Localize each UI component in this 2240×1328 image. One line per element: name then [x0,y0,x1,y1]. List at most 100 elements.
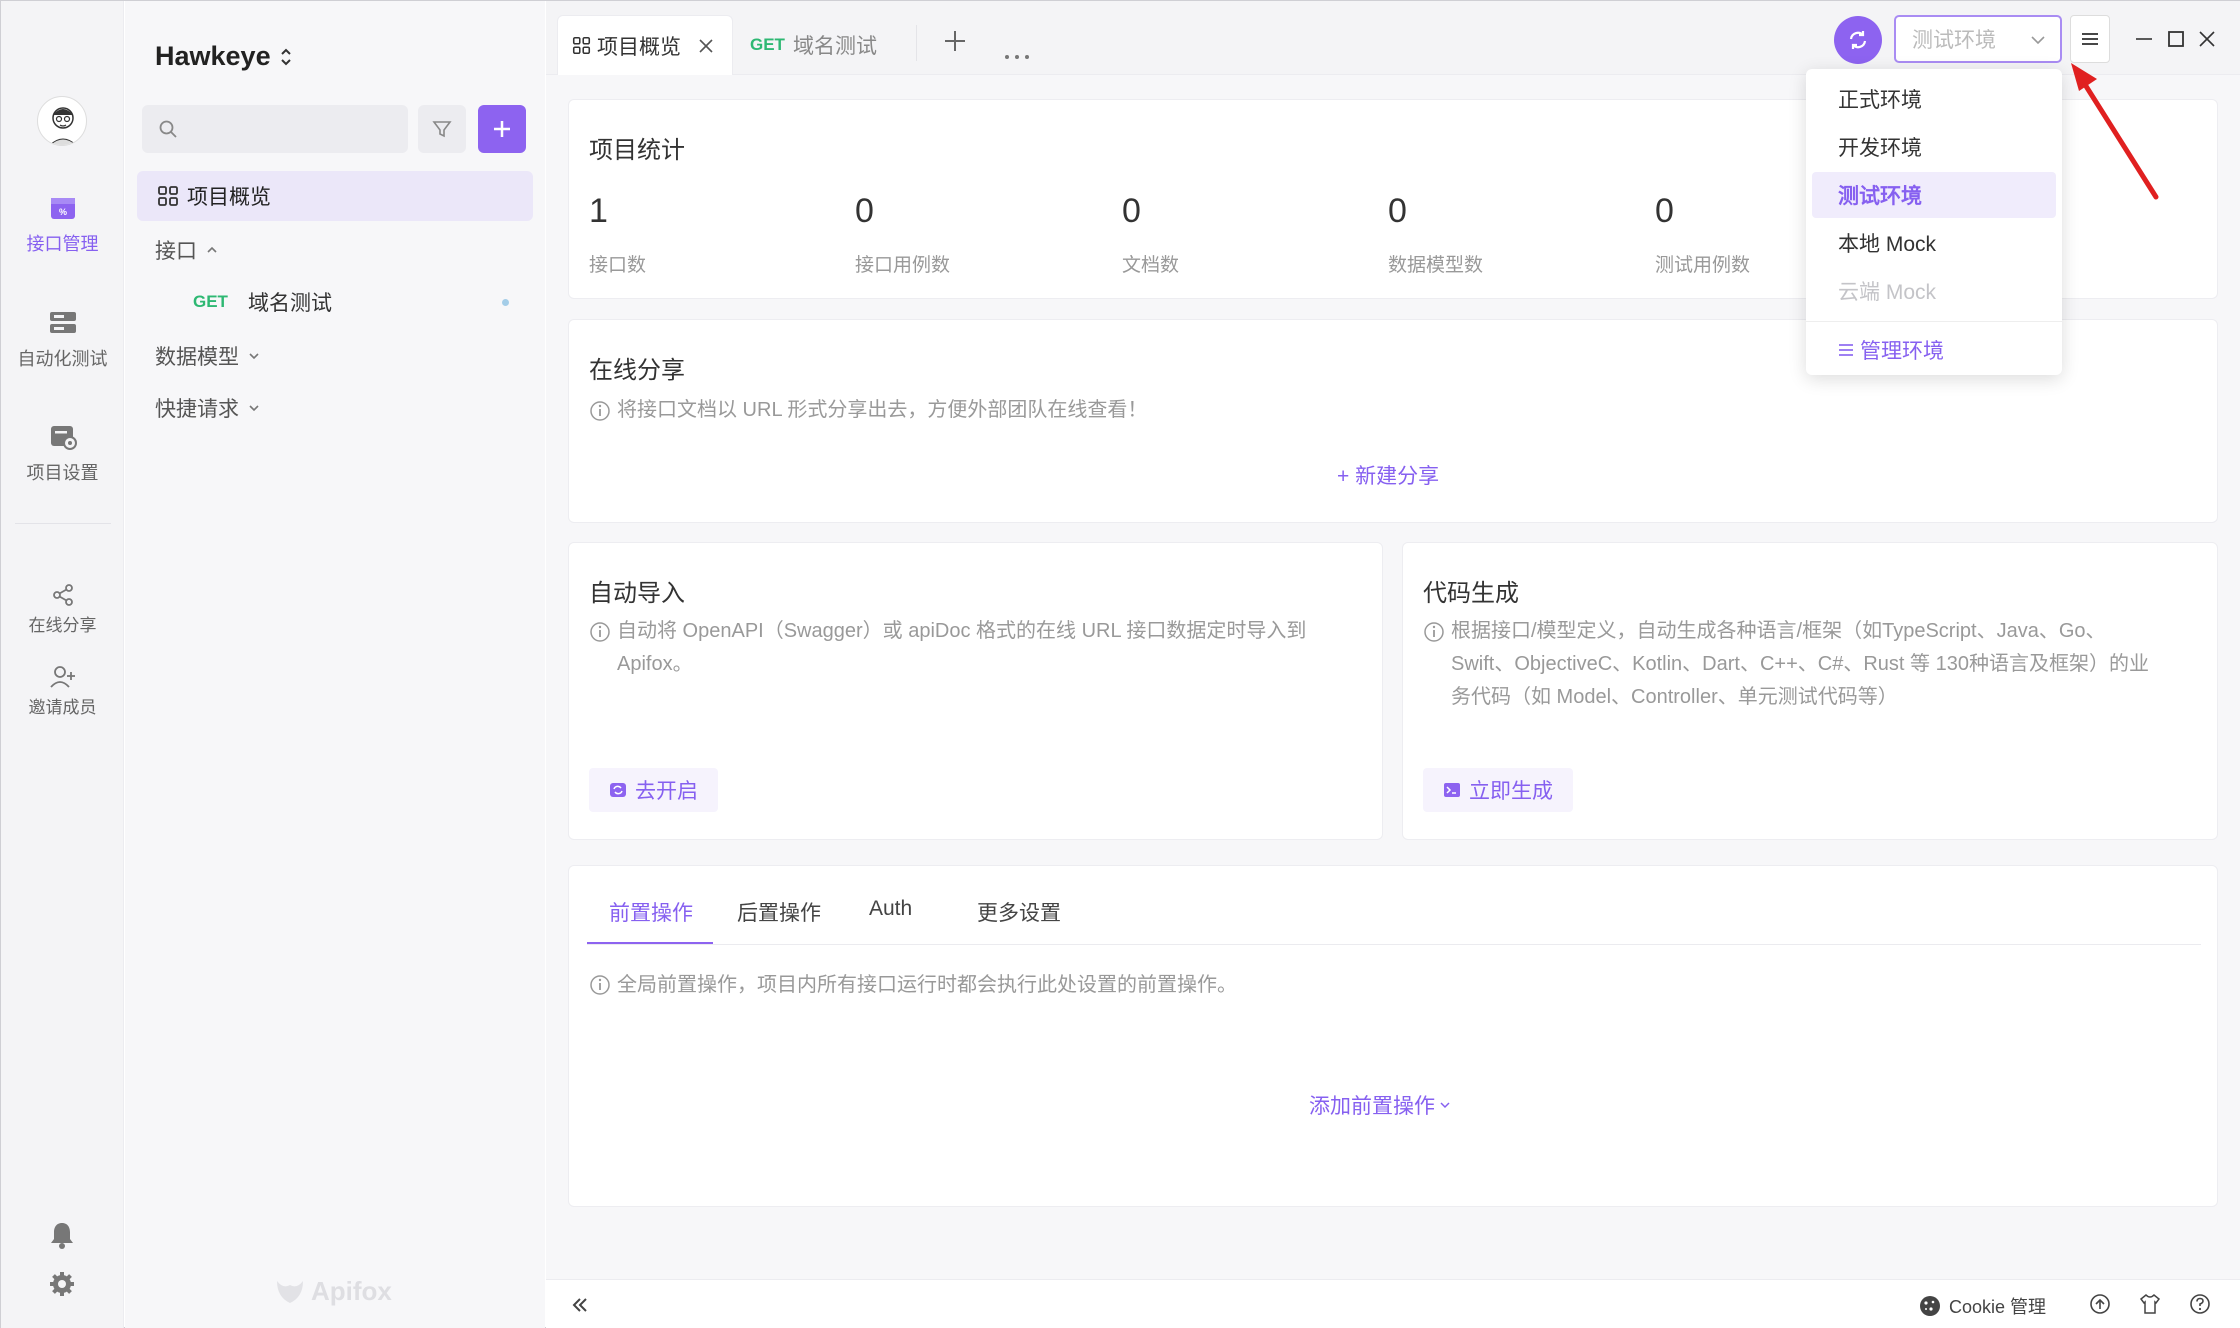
plus-icon [494,121,510,137]
rail-label: 自动化测试 [17,349,108,369]
codegen-title: 代码生成 [1423,580,1519,607]
environment-menu-button[interactable] [2070,15,2110,63]
tab-auth[interactable]: Auth [869,897,912,921]
dropdown-divider [1806,321,2062,322]
filter-button[interactable] [418,105,466,153]
new-share-button[interactable]: + 新建分享 [1337,460,1439,490]
more-tabs-button[interactable] [1004,35,1030,69]
annotation-arrow [2071,63,2159,200]
tree-item-overview[interactable]: 项目概览 [137,171,533,221]
share-title: 在线分享 [589,357,685,384]
api-management-icon: % [50,198,75,219]
env-option-development[interactable]: 开发环境 [1812,124,2056,170]
stat-value: 1 [589,192,608,230]
enable-import-button[interactable]: 去开启 [589,768,718,812]
info-icon [590,622,610,642]
env-option-cloud-mock: 云端 Mock [1838,281,1937,304]
share-desc-text: 将接口文档以 URL 形式分享出去，方便外部团队在线查看！ [617,399,1148,421]
selected-environment: 测试环境 [1912,29,1996,52]
env-option-testing[interactable]: 测试环境 [1812,172,2056,218]
list-icon [1839,344,1853,356]
environment-dropdown: 正式环境 开发环境 测试环境 本地 Mock 云端 Mock 管理环境 [1806,69,2062,375]
stats-title: 项目统计 [589,137,685,164]
tab-api-domain-test[interactable]: GET 域名测试 [736,15,916,75]
svg-text:%: % [58,207,66,217]
chevron-up-icon [207,246,217,253]
tree-group-data-models[interactable]: 数据模型 [137,331,533,381]
search-input[interactable] [142,105,408,153]
info-icon [1424,622,1444,642]
cookie-label: Cookie 管理 [1949,1297,2047,1317]
tree-group-api[interactable]: 接口 [137,225,533,275]
env-option-local-mock[interactable]: 本地 Mock [1812,220,2056,266]
tab-overview[interactable]: 项目概览 [557,15,733,75]
stat-label: 接口数 [589,255,647,276]
upload-icon[interactable] [2089,1293,2111,1315]
generate-code-button[interactable]: 立即生成 [1423,768,1573,812]
rail-item-automation[interactable]: 自动化测试 [1,309,124,371]
gear-icon[interactable] [49,1271,75,1302]
info-icon [590,400,610,421]
environment-select[interactable]: 测试环境 [1894,15,2062,63]
rail-item-invite-members[interactable]: 邀请成员 [1,665,124,718]
apifox-logo-icon [277,1280,303,1303]
plus-icon [945,31,965,51]
hamburger-icon [2082,33,2098,45]
rail-item-online-share[interactable]: 在线分享 [1,583,124,636]
pre-ops-card: 前置操作 后置操作 Auth 更多设置 全局前置操作，项目内所有接口运行时都会执… [568,865,2218,1207]
app-window: % 接口管理 自动化测试 项目设置 在线分享 邀请成员 Hawkeye 项目概览… [0,0,2240,1328]
cookie-manager-button[interactable]: Cookie 管理 [1919,1293,2046,1319]
add-pre-op-label: 添加前置操作 [1309,1095,1435,1118]
close-icon[interactable] [697,37,715,55]
bell-icon[interactable] [49,1221,75,1254]
cookie-icon [1920,1296,1940,1316]
tree-group-quick-requests[interactable]: 快捷请求 [137,383,533,433]
updown-chevron-icon [280,48,291,65]
tab-pre-ops[interactable]: 前置操作 [609,897,693,927]
tab-divider [916,25,917,61]
sync-button[interactable] [1834,16,1882,64]
new-tab-button[interactable] [943,27,967,61]
stat-label: 接口用例数 [855,255,951,276]
collapse-sidebar-icon[interactable] [570,1296,590,1314]
tree-item-api[interactable]: GET 域名测试 [137,277,533,327]
help-icon[interactable] [2189,1293,2211,1315]
chevron-down-icon [249,405,259,412]
rail-item-api-management[interactable]: % 接口管理 [1,194,124,256]
manage-environments-button[interactable]: 管理环境 [1812,327,2056,373]
project-switcher[interactable]: Hawkeye [155,41,293,72]
add-pre-op-button[interactable]: 添加前置操作 [1309,1090,1451,1120]
left-rail: % 接口管理 自动化测试 项目设置 在线分享 邀请成员 [1,1,124,1328]
tab-label: 域名测试 [792,35,877,58]
maximize-icon[interactable] [2166,29,2186,49]
manage-env-label: 管理环境 [1860,340,1944,363]
shirt-icon[interactable] [2139,1293,2161,1315]
project-tree-panel: Hawkeye 项目概览 接口 GET 域名测试 数据模型 快捷请求 Apifo… [125,1,545,1328]
rail-item-project-settings[interactable]: 项目设置 [1,423,124,485]
rail-divider [15,523,111,524]
auto-import-desc: 自动将 OpenAPI（Swagger）或 apiDoc 格式的在线 URL 接… [617,620,1307,642]
project-settings-icon [50,426,77,450]
method-badge: GET [750,35,785,54]
add-button[interactable] [478,105,526,153]
automation-icon [49,312,76,333]
minimize-icon[interactable] [2134,29,2154,49]
codegen-desc: Swift、ObjectiveC、Kotlin、Dart、C++、C#、Rust… [1451,653,2149,675]
close-window-icon[interactable] [2197,29,2217,49]
status-bar: Cookie 管理 [546,1279,2240,1328]
brand-watermark: Apifox [275,1276,392,1307]
chip-label: 去开启 [635,780,698,803]
sync-icon [610,783,626,797]
tab-post-ops[interactable]: 后置操作 [737,897,821,927]
brand-name: Apifox [311,1276,392,1306]
project-name: Hawkeye [155,41,271,71]
pre-ops-desc: 全局前置操作，项目内所有接口运行时都会执行此处设置的前置操作。 [617,974,1237,996]
stat-label: 测试用例数 [1655,255,1751,276]
tab-more-settings[interactable]: 更多设置 [977,897,1061,927]
stat-value: 0 [1655,192,1674,230]
env-option-production[interactable]: 正式环境 [1812,76,2056,122]
auto-import-desc: Apifox。 [617,653,693,675]
more-horizontal-icon [1005,55,1029,59]
codegen-card: 代码生成 根据接口/模型定义，自动生成各种语言/框架（如TypeScript、J… [1402,542,2218,840]
avatar[interactable] [37,96,87,146]
